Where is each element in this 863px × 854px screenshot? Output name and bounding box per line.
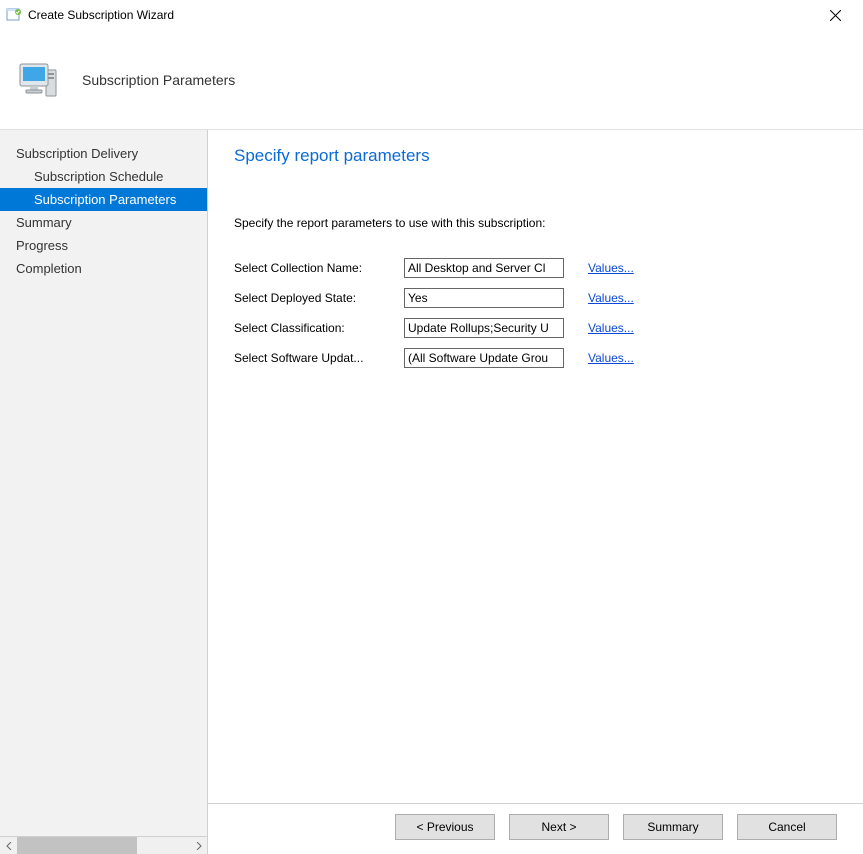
page-instruction: Specify the report parameters to use wit… (234, 216, 837, 230)
sidebar-item-summary[interactable]: Summary (0, 211, 207, 234)
close-button[interactable] (813, 1, 857, 29)
classification-input[interactable] (404, 318, 564, 338)
sidebar-item-label: Summary (16, 215, 72, 230)
cancel-button[interactable]: Cancel (737, 814, 837, 840)
wizard-sidebar: Subscription Delivery Subscription Sched… (0, 130, 208, 854)
sidebar-item-label: Completion (16, 261, 82, 276)
sidebar-items: Subscription Delivery Subscription Sched… (0, 130, 207, 836)
sidebar-item-label: Subscription Parameters (34, 192, 176, 207)
wizard-header-icon (16, 56, 64, 104)
sidebar-item-subscription-delivery[interactable]: Subscription Delivery (0, 142, 207, 165)
titlebar: Create Subscription Wizard (0, 0, 863, 30)
window-title: Create Subscription Wizard (28, 8, 174, 22)
wizard-header-title: Subscription Parameters (82, 72, 235, 88)
wizard-button-row: < Previous Next > Summary Cancel (234, 814, 837, 840)
param-row-collection-name: Select Collection Name: Values... (234, 258, 837, 278)
next-button[interactable]: Next > (509, 814, 609, 840)
wizard-window: Create Subscription Wizard Subscri (0, 0, 863, 854)
sidebar-item-subscription-parameters[interactable]: Subscription Parameters (0, 188, 207, 211)
content-divider (208, 803, 863, 804)
sidebar-horizontal-scrollbar[interactable] (0, 836, 207, 854)
scrollbar-thumb[interactable] (17, 837, 137, 854)
deployed-state-input[interactable] (404, 288, 564, 308)
param-label: Select Classification: (234, 321, 404, 335)
param-label: Select Collection Name: (234, 261, 404, 275)
page-title: Specify report parameters (234, 146, 837, 166)
summary-button[interactable]: Summary (623, 814, 723, 840)
app-icon (6, 7, 22, 23)
param-label: Select Deployed State: (234, 291, 404, 305)
collection-name-input[interactable] (404, 258, 564, 278)
scroll-right-icon[interactable] (190, 837, 207, 854)
scroll-left-icon[interactable] (0, 837, 17, 854)
param-row-classification: Select Classification: Values... (234, 318, 837, 338)
software-update-input[interactable] (404, 348, 564, 368)
param-row-software-update: Select Software Updat... Values... (234, 348, 837, 368)
param-label: Select Software Updat... (234, 351, 404, 365)
content-top: Specify report parameters Specify the re… (234, 146, 837, 803)
wizard-body: Subscription Delivery Subscription Sched… (0, 130, 863, 854)
sidebar-item-completion[interactable]: Completion (0, 257, 207, 280)
sidebar-item-subscription-schedule[interactable]: Subscription Schedule (0, 165, 207, 188)
param-row-deployed-state: Select Deployed State: Values... (234, 288, 837, 308)
values-link-deployed-state[interactable]: Values... (588, 291, 634, 305)
sidebar-item-label: Subscription Delivery (16, 146, 138, 161)
sidebar-item-label: Subscription Schedule (34, 169, 163, 184)
titlebar-left: Create Subscription Wizard (6, 7, 174, 23)
sidebar-item-progress[interactable]: Progress (0, 234, 207, 257)
scrollbar-track[interactable] (17, 837, 190, 854)
wizard-header: Subscription Parameters (0, 30, 863, 130)
sidebar-item-label: Progress (16, 238, 68, 253)
values-link-collection-name[interactable]: Values... (588, 261, 634, 275)
wizard-content: Specify report parameters Specify the re… (208, 130, 863, 854)
values-link-classification[interactable]: Values... (588, 321, 634, 335)
previous-button[interactable]: < Previous (395, 814, 495, 840)
values-link-software-update[interactable]: Values... (588, 351, 634, 365)
